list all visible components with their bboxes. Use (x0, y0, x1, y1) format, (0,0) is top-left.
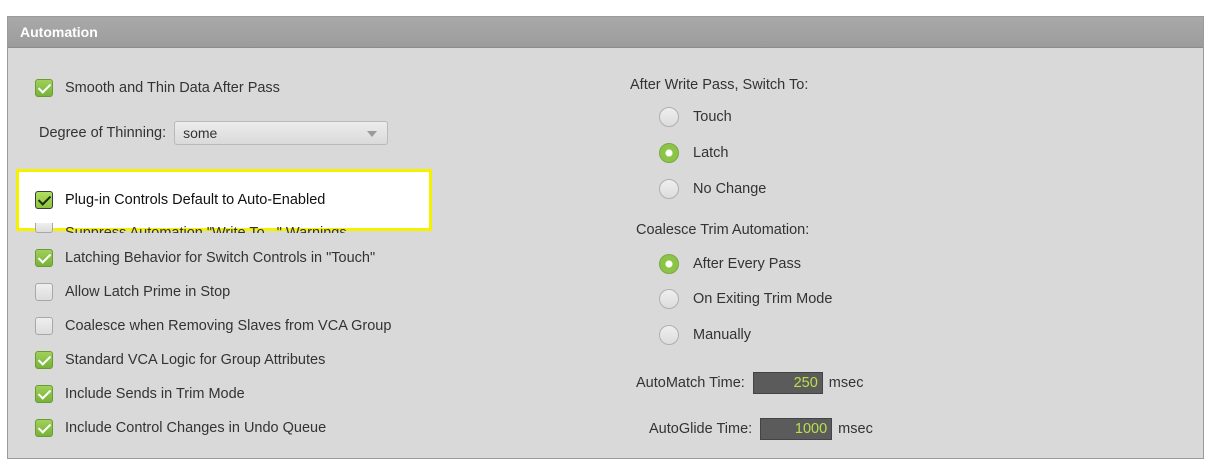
radio-after-every-pass-label: After Every Pass (693, 256, 801, 272)
radio-manually-label: Manually (693, 327, 752, 343)
automatch-unit: msec (828, 375, 864, 391)
suppress-warnings-checkbox[interactable] (35, 223, 53, 233)
smooth-thin-option[interactable]: Smooth and Thin Data After Pass (35, 77, 280, 99)
coalesce-option-on-exiting-trim[interactable]: On Exiting Trim Mode (659, 288, 832, 310)
chevron-down-icon (367, 131, 378, 137)
radio-latch-label: Latch (693, 145, 729, 161)
coalesce-trim-label: Coalesce Trim Automation: (636, 222, 810, 238)
control-changes-option[interactable]: Include Control Changes in Undo Queue (35, 417, 326, 439)
radio-after-every-pass[interactable] (659, 254, 679, 274)
automatch-row: AutoMatch Time: 250 msec (636, 372, 863, 394)
automatch-label: AutoMatch Time: (636, 375, 745, 391)
radio-on-exiting-trim[interactable] (659, 289, 679, 309)
degree-of-thinning-dropdown[interactable]: some (174, 121, 389, 145)
plugin-controls-checkbox[interactable] (35, 191, 53, 209)
automation-panel: Automation Smooth and Thin Data After Pa… (7, 16, 1204, 459)
latching-behavior-checkbox[interactable] (35, 249, 53, 267)
control-changes-checkbox[interactable] (35, 419, 53, 437)
autoglide-label: AutoGlide Time: (649, 421, 753, 437)
smooth-thin-checkbox[interactable] (35, 79, 53, 97)
suppress-warnings-label: Suppress Automation "Write To..." Warnin… (65, 225, 347, 233)
coalesce-slaves-option[interactable]: Coalesce when Removing Slaves from VCA G… (35, 315, 391, 337)
sends-trim-option[interactable]: Include Sends in Trim Mode (35, 383, 245, 405)
automatch-input[interactable]: 250 (752, 372, 823, 394)
panel-title: Automation (8, 17, 1203, 48)
autoglide-row: AutoGlide Time: 1000 msec (649, 418, 873, 440)
smooth-thin-label: Smooth and Thin Data After Pass (65, 80, 280, 96)
degree-of-thinning-label: Degree of Thinning: (39, 125, 167, 141)
radio-manually[interactable] (659, 325, 679, 345)
sends-trim-label: Include Sends in Trim Mode (65, 386, 245, 402)
suppress-warnings-option[interactable]: Suppress Automation "Write To..." Warnin… (35, 221, 347, 233)
latch-prime-label: Allow Latch Prime in Stop (65, 284, 231, 300)
standard-vca-option[interactable]: Standard VCA Logic for Group Attributes (35, 349, 325, 371)
plugin-controls-label: Plug-in Controls Default to Auto-Enabled (65, 192, 326, 208)
after-write-option-touch[interactable]: Touch (659, 106, 732, 128)
coalesce-option-after-every-pass[interactable]: After Every Pass (659, 253, 801, 275)
after-write-option-no-change[interactable]: No Change (659, 178, 766, 200)
degree-of-thinning-value: some (183, 125, 218, 141)
standard-vca-label: Standard VCA Logic for Group Attributes (65, 352, 326, 368)
after-write-option-latch[interactable]: Latch (659, 142, 728, 164)
radio-on-exiting-trim-label: On Exiting Trim Mode (693, 291, 833, 307)
latching-behavior-option[interactable]: Latching Behavior for Switch Controls in… (35, 247, 375, 269)
radio-latch[interactable] (659, 143, 679, 163)
coalesce-slaves-label: Coalesce when Removing Slaves from VCA G… (65, 318, 392, 334)
latching-behavior-label: Latching Behavior for Switch Controls in… (65, 250, 376, 266)
after-write-label: After Write Pass, Switch To: (630, 77, 809, 93)
radio-touch[interactable] (659, 107, 679, 127)
coalesce-slaves-checkbox[interactable] (35, 317, 53, 335)
degree-of-thinning-row: Degree of Thinning: some (39, 121, 389, 145)
sends-trim-checkbox[interactable] (35, 385, 53, 403)
radio-touch-label: Touch (693, 109, 732, 125)
standard-vca-checkbox[interactable] (35, 351, 53, 369)
control-changes-label: Include Control Changes in Undo Queue (65, 420, 327, 436)
autoglide-input[interactable]: 1000 (760, 418, 833, 440)
plugin-controls-option[interactable]: Plug-in Controls Default to Auto-Enabled (35, 189, 325, 211)
radio-no-change-label: No Change (693, 181, 767, 197)
latch-prime-option[interactable]: Allow Latch Prime in Stop (35, 281, 230, 303)
coalesce-option-manually[interactable]: Manually (659, 324, 751, 346)
latch-prime-checkbox[interactable] (35, 283, 53, 301)
radio-no-change[interactable] (659, 179, 679, 199)
autoglide-unit: msec (838, 421, 873, 437)
